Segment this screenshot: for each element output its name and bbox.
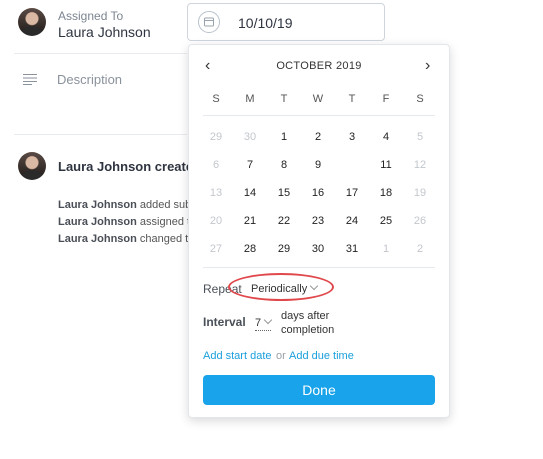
day-cell[interactable]: 19 (405, 183, 435, 203)
day-cell[interactable]: 30 (235, 127, 265, 147)
day-cell[interactable]: 6 (201, 155, 231, 175)
divider-mid (14, 134, 187, 135)
day-cell[interactable]: 24 (337, 211, 367, 231)
month-title: OCTOBER 2019 (276, 60, 362, 72)
assignee-name[interactable]: Laura Johnson (58, 24, 151, 40)
day-cell[interactable]: 17 (337, 183, 367, 203)
day-cell[interactable]: 9 (303, 155, 333, 175)
assigned-to-label: Assigned To (58, 9, 124, 23)
divider-top (14, 53, 187, 54)
done-button[interactable]: Done (203, 375, 435, 405)
day-cell[interactable]: 27 (201, 239, 231, 259)
day-cell[interactable]: 23 (303, 211, 333, 231)
interval-value: 7 (255, 317, 262, 329)
day-cell[interactable]: 2 (303, 127, 333, 147)
date-value: 10/10/19 (238, 15, 293, 31)
weekday-label: S (416, 93, 424, 105)
day-cell[interactable]: 5 (405, 127, 435, 147)
day-cell[interactable]: 2 (405, 239, 435, 259)
weekday-label: T (280, 93, 288, 105)
day-cell[interactable]: 13 (201, 183, 231, 203)
add-start-date-link[interactable]: Add start date (203, 350, 272, 362)
weekday-label: S (212, 93, 220, 105)
activity-user[interactable]: Laura Johnson (58, 216, 137, 228)
interval-label: Interval (203, 315, 246, 329)
day-cell[interactable]: 22 (269, 211, 299, 231)
day-cell[interactable]: 18 (371, 183, 401, 203)
repeat-select[interactable]: Periodically (251, 281, 319, 295)
day-cell[interactable]: 25 (371, 211, 401, 231)
calendar-icon[interactable] (198, 11, 220, 33)
day-cell[interactable]: 31 (337, 239, 367, 259)
activity-user[interactable]: Laura Johnson (58, 199, 137, 211)
interval-suffix: days after completion (281, 309, 334, 337)
next-month-button[interactable]: › (425, 57, 430, 75)
activity-user[interactable]: Laura Johnson (58, 233, 137, 245)
day-cell[interactable]: 15 (269, 183, 299, 203)
calendar-separator (203, 115, 435, 116)
day-cell[interactable]: 21 (235, 211, 265, 231)
description-field[interactable]: Description (57, 72, 122, 87)
day-cell[interactable]: 7 (235, 155, 265, 175)
day-cell[interactable]: 8 (269, 155, 299, 175)
due-date-input[interactable]: 10/10/19 (187, 3, 385, 41)
day-cell[interactable]: 11 (371, 155, 401, 175)
day-cell[interactable]: 29 (269, 239, 299, 259)
weekday-label: M (245, 93, 255, 105)
interval-suffix-line1: days after (281, 310, 330, 322)
day-cell[interactable]: 14 (235, 183, 265, 203)
activity-line: Laura Johnson changed the (58, 233, 200, 245)
day-cell[interactable]: 3 (337, 127, 367, 147)
day-cell[interactable]: 4 (371, 127, 401, 147)
day-cell[interactable]: 30 (303, 239, 333, 259)
day-cell[interactable]: 20 (201, 211, 231, 231)
day-cell[interactable]: 29 (201, 127, 231, 147)
date-picker-popup: ‹ OCTOBER 2019 › SMTWTFS 29 30 1 2 3 4 5 6 7 8 9 10… (188, 44, 450, 418)
chevron-down-icon (263, 315, 273, 325)
assignee-avatar[interactable] (18, 8, 46, 36)
weekday-label: T (348, 93, 356, 105)
activity-line: Laura Johnson added subta (58, 199, 200, 211)
interval-select[interactable]: 7 (255, 315, 273, 331)
activity-title: Laura Johnson created (58, 159, 202, 174)
day-cell[interactable]: 16 (303, 183, 333, 203)
repeat-label: Repeat (203, 282, 242, 296)
activity-avatar (18, 152, 46, 180)
day-cell[interactable]: 1 (371, 239, 401, 259)
calendar-separator (203, 267, 435, 268)
description-icon (22, 72, 38, 85)
weekday-label: F (382, 93, 390, 105)
interval-suffix-line2: completion (281, 324, 335, 336)
weekday-label: W (312, 93, 324, 105)
day-cell[interactable]: 26 (405, 211, 435, 231)
activity-line: Laura Johnson assigned to (58, 216, 196, 228)
day-cell[interactable]: 1 (269, 127, 299, 147)
add-due-time-link[interactable]: Add due time (289, 350, 354, 362)
or-text: or (276, 350, 286, 362)
day-cell[interactable]: 28 (235, 239, 265, 259)
day-cell[interactable]: 12 (405, 155, 435, 175)
repeat-value: Periodically (251, 283, 308, 295)
day-cell-selected[interactable]: 10 (337, 153, 367, 176)
chevron-down-icon (310, 281, 319, 291)
